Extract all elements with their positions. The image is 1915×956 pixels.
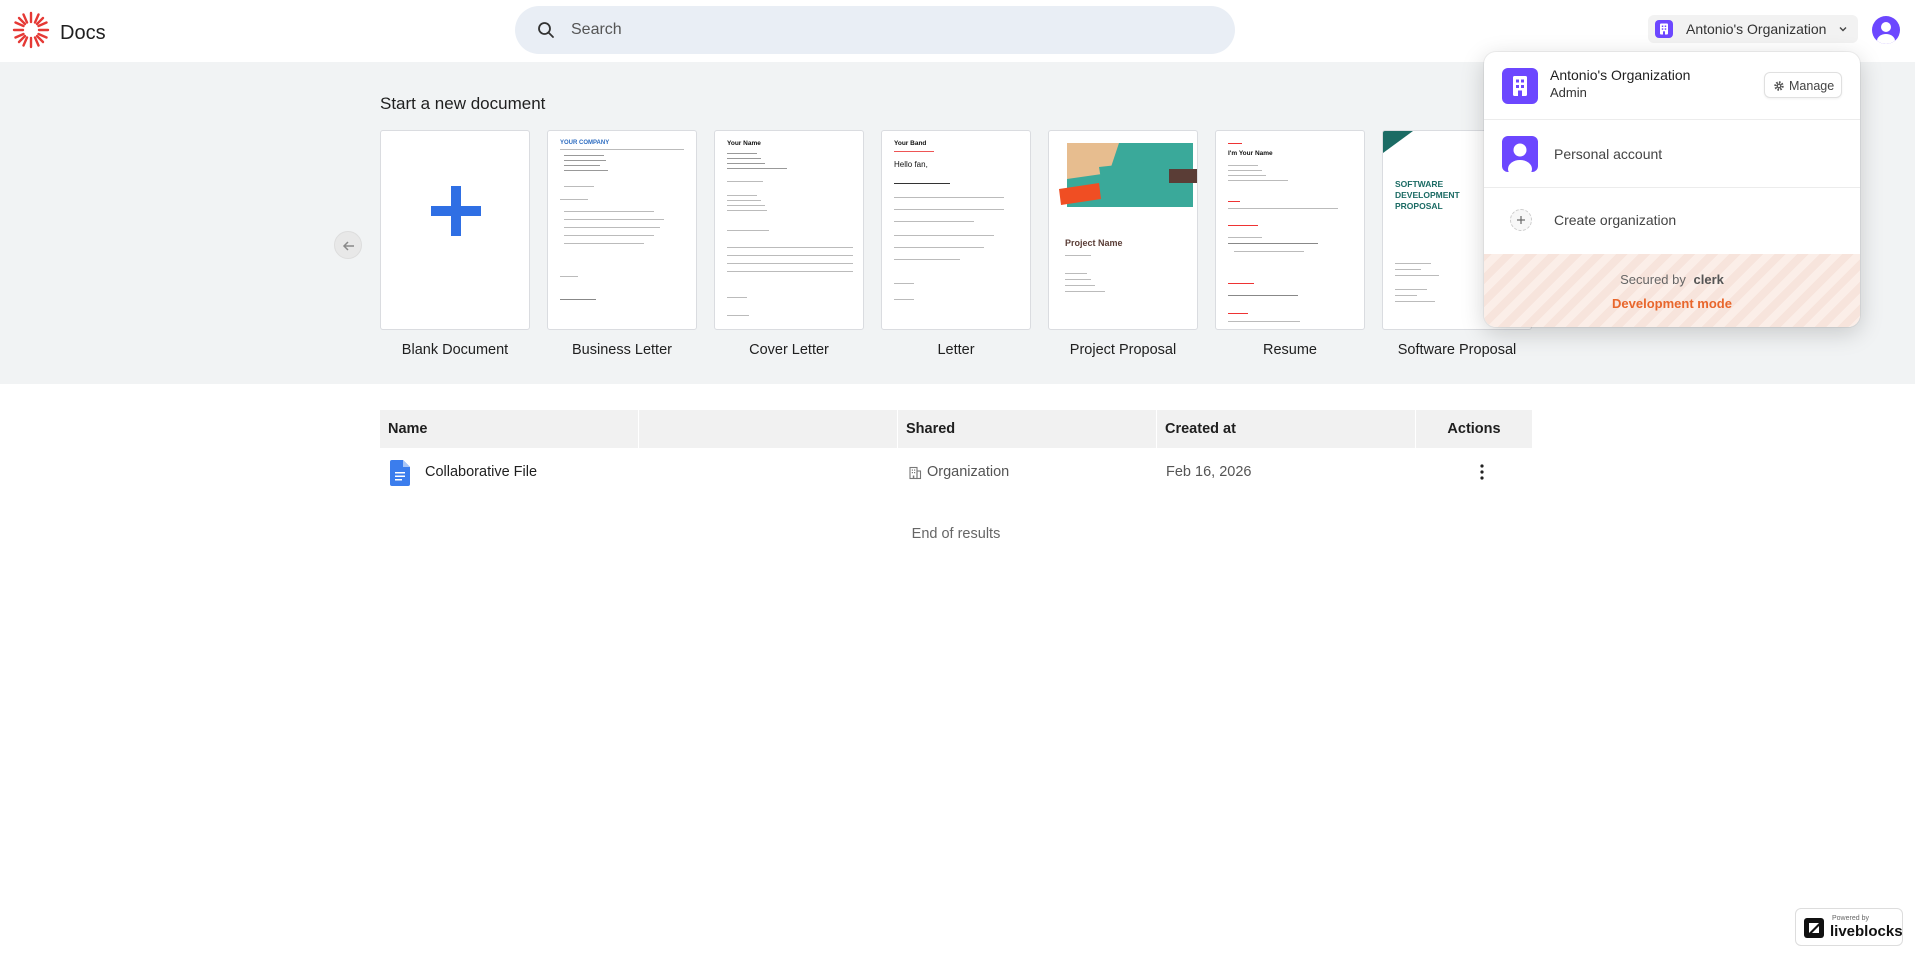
column-header-created-at[interactable]: Created at: [1157, 410, 1416, 448]
create-organization-row[interactable]: Create organization: [1484, 188, 1860, 254]
file-name[interactable]: Collaborative File: [425, 464, 537, 480]
gallery-previous-button[interactable]: [334, 231, 362, 259]
template-thumbnail[interactable]: [380, 130, 530, 330]
personal-account-row[interactable]: Personal account: [1484, 120, 1860, 188]
chevron-down-icon: [1839, 27, 1847, 32]
template-thumbnail[interactable]: Your Band Hello fan,: [881, 130, 1031, 330]
column-header-name[interactable]: Name: [380, 410, 639, 448]
plus-icon: [1510, 209, 1532, 231]
plus-icon: [431, 186, 481, 236]
template-label: Project Proposal: [1069, 342, 1177, 358]
personal-account-label: Personal account: [1554, 146, 1663, 162]
manage-label: Manage: [1789, 79, 1835, 93]
template-letter[interactable]: Your Band Hello fan, Letter: [881, 130, 1031, 358]
column-header-shared[interactable]: Shared: [898, 410, 1157, 448]
clerk-logo[interactable]: clerk: [1694, 272, 1724, 287]
user-avatar[interactable]: [1872, 16, 1900, 44]
app-logo-icon[interactable]: [12, 11, 50, 49]
secured-by-label: Secured by: [1620, 272, 1686, 287]
personal-avatar-icon: [1502, 136, 1538, 172]
organization-badge-icon: [1655, 20, 1673, 38]
preview-heading: I'm Your Name: [1228, 150, 1273, 157]
column-header-empty: [639, 410, 898, 448]
template-thumbnail[interactable]: Project Name: [1048, 130, 1198, 330]
table-header: Name Shared Created at Actions: [380, 410, 1532, 448]
template-label: Cover Letter: [749, 342, 829, 358]
template-thumbnail[interactable]: I'm Your Name: [1215, 130, 1365, 330]
secured-by-text: Secured by clerk: [1484, 272, 1860, 287]
liveblocks-brand: liveblocks: [1830, 923, 1903, 940]
organization-name: Antonio's Organization: [1550, 67, 1691, 83]
liveblocks-logo-icon: [1804, 918, 1824, 938]
template-label: Blank Document: [401, 342, 509, 358]
template-thumbnail[interactable]: Your Name: [714, 130, 864, 330]
table-row[interactable]: Collaborative File Organization Feb 16, …: [380, 448, 1532, 498]
template-blank-document[interactable]: Blank Document: [380, 130, 530, 358]
preview-heading: Your Name: [727, 140, 761, 147]
end-of-results: End of results: [911, 526, 1001, 542]
template-project-proposal[interactable]: Project Name Project Proposal: [1048, 130, 1198, 358]
gallery-title: Start a new document: [380, 94, 546, 113]
preview-heading: SOFTWARE DEVELOPMENT PROPOSAL: [1395, 179, 1460, 212]
search-icon: [538, 22, 554, 38]
documents-table: Name Shared Created at Actions Collabora…: [380, 410, 1532, 542]
template-cover-letter[interactable]: Your Name Cover Letter: [714, 130, 864, 358]
search-input[interactable]: [571, 6, 1211, 54]
template-label: Resume: [1263, 342, 1317, 358]
preview-heading: Your Band: [894, 140, 927, 147]
search-bar[interactable]: [515, 6, 1235, 54]
development-mode-label: Development mode: [1612, 296, 1732, 311]
organization-switcher[interactable]: Antonio's Organization: [1648, 15, 1858, 43]
popover-footer: Secured by clerk Development mode: [1484, 254, 1860, 327]
powered-by-badge[interactable]: Powered by liveblocks: [1795, 908, 1903, 946]
preview-greeting: Hello fan,: [894, 160, 928, 169]
active-organization-row: Antonio's Organization Admin Manage: [1484, 52, 1860, 120]
organization-avatar-icon: [1502, 68, 1538, 104]
create-organization-label: Create organization: [1554, 212, 1677, 228]
manage-organization-button[interactable]: Manage: [1764, 72, 1842, 98]
document-file-icon: [390, 460, 410, 486]
building-icon: [909, 466, 922, 480]
template-label: Letter: [937, 342, 975, 358]
gear-icon: [1774, 81, 1784, 91]
organization-popover: Antonio's Organization Admin Manage Pers…: [1484, 52, 1860, 327]
app-title: Docs: [60, 22, 106, 44]
template-resume[interactable]: I'm Your Name Resume: [1215, 130, 1365, 358]
shared-status: Organization: [927, 464, 1010, 480]
template-thumbnail[interactable]: YOUR COMPANY: [547, 130, 697, 330]
proposal-cover-art: [1059, 143, 1197, 207]
preview-heading: Project Name: [1065, 238, 1123, 248]
template-business-letter[interactable]: YOUR COMPANY Business Letter: [547, 130, 697, 358]
organization-name: Antonio's Organization: [1686, 21, 1827, 37]
created-date: Feb 16, 2026: [1166, 464, 1252, 480]
more-actions-icon[interactable]: [1470, 460, 1494, 484]
preview-heading: YOUR COMPANY: [560, 140, 610, 146]
column-header-actions: Actions: [1447, 421, 1501, 437]
powered-by-label: Powered by: [1832, 915, 1869, 922]
organization-role: Admin: [1550, 85, 1587, 100]
template-label: Software Proposal: [1397, 342, 1517, 358]
arrow-left-icon: [342, 241, 354, 251]
template-label: Business Letter: [572, 342, 672, 358]
